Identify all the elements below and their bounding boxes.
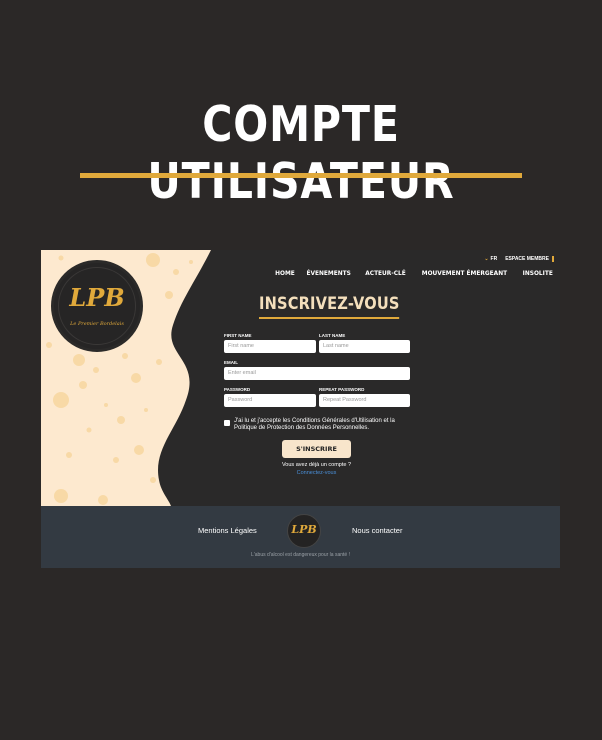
- first-name-label: FIRST NAME: [224, 333, 252, 338]
- nav-item-home[interactable]: HOME: [275, 269, 295, 277]
- language-label: FR: [490, 256, 498, 262]
- website-screenshot: LPB Le Premier Bordelais ⌄ FR ESPACE MEM…: [41, 250, 560, 568]
- footer-logo[interactable]: LPB: [287, 514, 321, 548]
- chevron-down-icon: ⌄: [484, 256, 489, 262]
- last-name-label: LAST NAME: [319, 333, 346, 338]
- logo-mark: LPB: [69, 283, 125, 312]
- last-name-input[interactable]: Last name: [319, 340, 410, 353]
- terms-checkbox[interactable]: [224, 420, 230, 426]
- logo-subtitle: Le Premier Bordelais: [70, 321, 124, 327]
- have-account-text: Vous avez déjà un compte ?: [281, 462, 352, 468]
- site-footer: Mentions Légales LPB Nous contacter L'ab…: [41, 506, 560, 568]
- nav-item-insolite[interactable]: INSOLITE: [522, 269, 552, 277]
- mentions-legales-link[interactable]: Mentions Légales: [198, 526, 257, 535]
- nav-item-evenements[interactable]: ÉVENEMENTS: [307, 269, 351, 277]
- language-selector[interactable]: ⌄ FR: [484, 256, 497, 262]
- footer-logo-mark: LPB: [291, 523, 317, 536]
- form-title: INSCRIVEZ-VOUS: [259, 294, 400, 319]
- signup-button[interactable]: S'INSCRIRE: [282, 440, 351, 458]
- decorative-bubbles-panel: LPB Le Premier Bordelais: [41, 250, 211, 506]
- repeat-password-input[interactable]: Repeat Password: [319, 394, 410, 407]
- hero-title: COMPTE UTILISATEUR: [147, 96, 455, 210]
- nav-item-mouvement-emergeant[interactable]: MOUVEMENT ÉMERGEANT: [421, 269, 506, 277]
- espace-membre-link[interactable]: ESPACE MEMBRE: [505, 256, 554, 262]
- repeat-password-label: REPEAT PASSWORD: [319, 387, 365, 392]
- password-input[interactable]: Password: [224, 394, 316, 407]
- first-name-input[interactable]: First name: [224, 340, 316, 353]
- topbar: ⌄ FR ESPACE MEMBRE: [484, 256, 554, 262]
- health-warning: L'abus d'alcool est dangereux pour la sa…: [251, 552, 350, 558]
- nav-item-acteur-cle[interactable]: ACTEUR-CLÉ: [365, 269, 406, 277]
- email-input[interactable]: Enter email: [224, 367, 410, 380]
- site-logo[interactable]: LPB Le Premier Bordelais: [51, 260, 143, 352]
- main-nav: HOME ÉVENEMENTS ACTEUR-CLÉ MOUVEMENT ÉME…: [274, 269, 554, 277]
- terms-label: J'ai lu et j'accepte les Conditions Géné…: [234, 418, 395, 431]
- hero-underline: [80, 173, 522, 178]
- email-label: EMAIL: [224, 360, 238, 365]
- password-label: PASSWORD: [224, 387, 251, 392]
- nous-contacter-link[interactable]: Nous contacter: [352, 526, 402, 535]
- login-link[interactable]: Connectez-vous: [241, 470, 392, 476]
